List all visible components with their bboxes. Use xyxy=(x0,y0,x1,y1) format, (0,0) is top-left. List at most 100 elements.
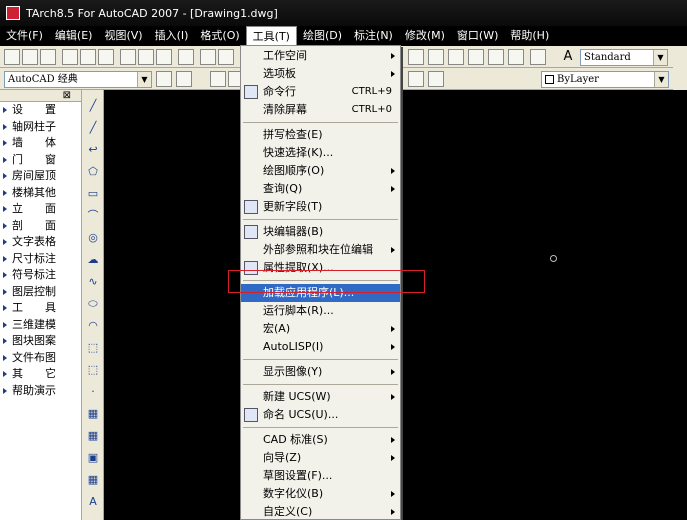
screen-menu-item[interactable]: 工 具 xyxy=(0,300,81,317)
draw-tool-icon[interactable]: ▦ xyxy=(85,406,101,422)
draw-tool-icon[interactable]: ◠ xyxy=(85,318,101,334)
save-icon[interactable] xyxy=(40,49,56,65)
screen-menu-item[interactable]: 墙 体 xyxy=(0,135,81,152)
menu-2[interactable]: 视图(V) xyxy=(98,26,148,46)
design-center-icon[interactable] xyxy=(428,49,444,65)
menu-7[interactable]: 标注(N) xyxy=(348,26,399,46)
menu-1[interactable]: 编辑(E) xyxy=(49,26,99,46)
menu-9[interactable]: 窗口(W) xyxy=(451,26,504,46)
tools-menu-item[interactable]: 绘图顺序(O) xyxy=(241,162,400,180)
tools-menu-item[interactable]: 草图设置(F)... xyxy=(241,467,400,485)
chevron-down-icon[interactable]: ▼ xyxy=(654,72,668,87)
screen-menu-item[interactable]: 楼梯其他 xyxy=(0,185,81,202)
screen-menu-item[interactable]: 剖 面 xyxy=(0,218,81,235)
tools-menu-item[interactable]: 拼写检查(E) xyxy=(241,126,400,144)
tools-menu-item[interactable]: 新建 UCS(W) xyxy=(241,388,400,406)
layer-tool-icon[interactable] xyxy=(428,71,444,87)
copy-icon[interactable] xyxy=(138,49,154,65)
tools-menu-item[interactable]: 外部参照和块在位编辑 xyxy=(241,241,400,259)
draw-tool-icon[interactable]: A xyxy=(85,494,101,510)
tools-menu-item[interactable]: 命名 UCS(U)... xyxy=(241,406,400,424)
menu-5[interactable]: 工具(T) xyxy=(245,26,297,46)
tools-menu-item[interactable]: 命令行 CTRL+9 xyxy=(241,83,400,101)
open-file-icon[interactable] xyxy=(22,49,38,65)
tools-menu-item[interactable]: 块编辑器(B) xyxy=(241,223,400,241)
text-style-combo[interactable]: Standard ▼ xyxy=(580,49,668,66)
draw-tool-icon[interactable]: ⬚ xyxy=(85,340,101,356)
properties-icon[interactable] xyxy=(408,49,424,65)
draw-tool-icon[interactable]: ╱ xyxy=(85,120,101,136)
sheet-set-icon[interactable] xyxy=(468,49,484,65)
tools-menu-item[interactable]: 更新字段(T) xyxy=(241,198,400,216)
tools-menu-item[interactable]: 显示图像(Y) xyxy=(241,363,400,381)
menu-4[interactable]: 格式(O) xyxy=(194,26,245,46)
match-prop-icon[interactable] xyxy=(178,49,194,65)
screen-menu-item[interactable]: 帮助演示 xyxy=(0,383,81,400)
tools-menu-item[interactable]: 向导(Z) xyxy=(241,449,400,467)
workspace-combo[interactable]: AutoCAD 经典 ▼ xyxy=(4,71,152,88)
draw-tool-icon[interactable]: ⬚ xyxy=(85,362,101,378)
screen-menu-item[interactable]: 门 窗 xyxy=(0,152,81,169)
chevron-down-icon[interactable]: ▼ xyxy=(137,72,151,87)
tools-menu-item[interactable]: 清除屏幕 CTRL+0 xyxy=(241,101,400,119)
layer-manager-icon[interactable] xyxy=(210,71,226,87)
draw-tool-icon[interactable]: ▦ xyxy=(85,472,101,488)
tools-menu-item[interactable]: 快速选择(K)... xyxy=(241,144,400,162)
draw-tool-icon[interactable]: ⌒ xyxy=(85,208,101,224)
menu-8[interactable]: 修改(M) xyxy=(399,26,451,46)
color-combo[interactable]: ByLayer ▼ xyxy=(541,71,669,88)
screen-menu-item[interactable]: 符号标注 xyxy=(0,267,81,284)
tools-menu-item[interactable]: 数字化仪(B) xyxy=(241,485,400,503)
screen-menu-item[interactable]: 轴网柱子 xyxy=(0,119,81,136)
draw-tool-icon[interactable]: ▦ xyxy=(85,428,101,444)
screen-menu-item[interactable]: 设 置 xyxy=(0,102,81,119)
tools-menu-item[interactable]: 查询(Q) xyxy=(241,180,400,198)
screen-menu-item[interactable]: 图层控制 xyxy=(0,284,81,301)
workspace-settings-icon[interactable] xyxy=(156,71,172,87)
tools-menu-item[interactable]: 选项板 xyxy=(241,65,400,83)
new-file-icon[interactable] xyxy=(4,49,20,65)
tool-palette-icon[interactable] xyxy=(448,49,464,65)
print-icon[interactable] xyxy=(62,49,78,65)
tools-menu-item[interactable]: AutoLISP(I) xyxy=(241,338,400,356)
draw-tool-icon[interactable]: ▭ xyxy=(85,186,101,202)
help-icon[interactable] xyxy=(530,49,546,65)
tools-menu-item[interactable]: 工作空间 xyxy=(241,47,400,65)
screen-menu-item[interactable]: 房间屋顶 xyxy=(0,168,81,185)
tools-menu-item[interactable]: 运行脚本(R)... xyxy=(241,302,400,320)
undo-icon[interactable] xyxy=(200,49,216,65)
chevron-down-icon[interactable]: ▼ xyxy=(653,50,667,65)
redo-icon[interactable] xyxy=(218,49,234,65)
draw-tool-icon[interactable]: ☁ xyxy=(85,252,101,268)
draw-tool-icon[interactable]: ∿ xyxy=(85,274,101,290)
close-icon[interactable]: ⊠ xyxy=(63,90,71,102)
preview-icon[interactable] xyxy=(80,49,96,65)
menu-10[interactable]: 帮助(H) xyxy=(504,26,555,46)
workspace-save-icon[interactable] xyxy=(176,71,192,87)
layer-prev-icon[interactable] xyxy=(408,71,424,87)
tools-menu-item[interactable]: 宏(A) xyxy=(241,320,400,338)
tools-menu-item[interactable]: CAD 标准(S) xyxy=(241,431,400,449)
cut-icon[interactable] xyxy=(120,49,136,65)
tools-menu-item[interactable]: 自定义(C) xyxy=(241,503,400,520)
toolbar-scroll[interactable] xyxy=(673,46,687,90)
publish-icon[interactable] xyxy=(98,49,114,65)
screen-menu-item[interactable]: 文字表格 xyxy=(0,234,81,251)
paste-icon[interactable] xyxy=(156,49,172,65)
menu-0[interactable]: 文件(F) xyxy=(0,26,49,46)
screen-menu-item[interactable]: 图块图案 xyxy=(0,333,81,350)
draw-tool-icon[interactable]: ╱ xyxy=(85,98,101,114)
draw-tool-icon[interactable]: ↩ xyxy=(85,142,101,158)
markup-icon[interactable] xyxy=(488,49,504,65)
screen-menu-item[interactable]: 立 面 xyxy=(0,201,81,218)
calculator-icon[interactable] xyxy=(508,49,524,65)
draw-tool-icon[interactable]: ⬠ xyxy=(85,164,101,180)
draw-tool-icon[interactable]: · xyxy=(85,384,101,400)
draw-tool-icon[interactable]: ⬭ xyxy=(85,296,101,312)
menu-3[interactable]: 插入(I) xyxy=(149,26,195,46)
screen-menu-item[interactable]: 其 它 xyxy=(0,366,81,383)
screen-menu-item[interactable]: 三维建模 xyxy=(0,317,81,334)
menu-6[interactable]: 绘图(D) xyxy=(297,26,348,46)
draw-tool-icon[interactable]: ◎ xyxy=(85,230,101,246)
draw-tool-icon[interactable]: ▣ xyxy=(85,450,101,466)
